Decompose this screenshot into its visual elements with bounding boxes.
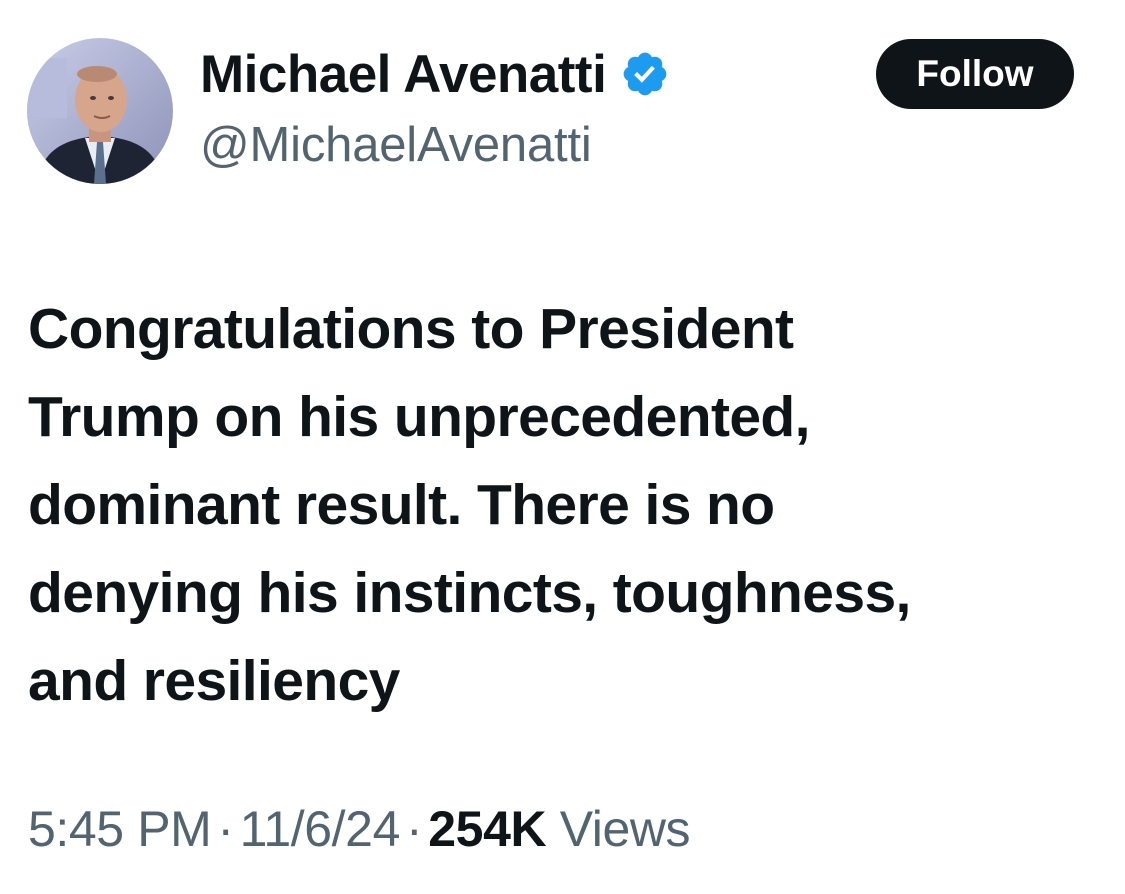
- tweet-text-line: denying his instincts, toughness,: [28, 561, 911, 625]
- tweet-text-line: and resiliency: [28, 649, 400, 713]
- separator-dot: ·: [405, 801, 423, 857]
- follow-button[interactable]: Follow: [876, 39, 1074, 109]
- tweet-timestamp-time[interactable]: 5:45 PM: [28, 801, 212, 857]
- author-avatar[interactable]: [27, 38, 173, 184]
- verified-badge-icon[interactable]: [620, 49, 670, 99]
- views-count: 254K: [428, 801, 547, 857]
- tweet-card: Michael Avenatti @MichaelAvenatti Follow…: [0, 0, 1125, 894]
- tweet-timestamp-date[interactable]: 11/6/24: [240, 801, 401, 857]
- views-label: Views: [559, 801, 691, 857]
- tweet-text: Congratulations to President Trump on hi…: [28, 285, 1088, 725]
- separator-dot: ·: [217, 801, 234, 857]
- author-display-name[interactable]: Michael Avenatti: [200, 44, 607, 105]
- author-handle[interactable]: @MichaelAvenatti: [200, 117, 592, 173]
- tweet-text-line: Trump on his unprecedented,: [28, 385, 810, 449]
- avatar-photo-icon: [27, 38, 173, 184]
- tweet-text-line: Congratulations to President: [28, 297, 794, 361]
- tweet-text-line: dominant result. There is no: [28, 473, 775, 537]
- tweet-metadata: 5:45 PM · 11/6/24 · 254K Views: [28, 800, 691, 858]
- author-name-row: Michael Avenatti: [200, 42, 670, 106]
